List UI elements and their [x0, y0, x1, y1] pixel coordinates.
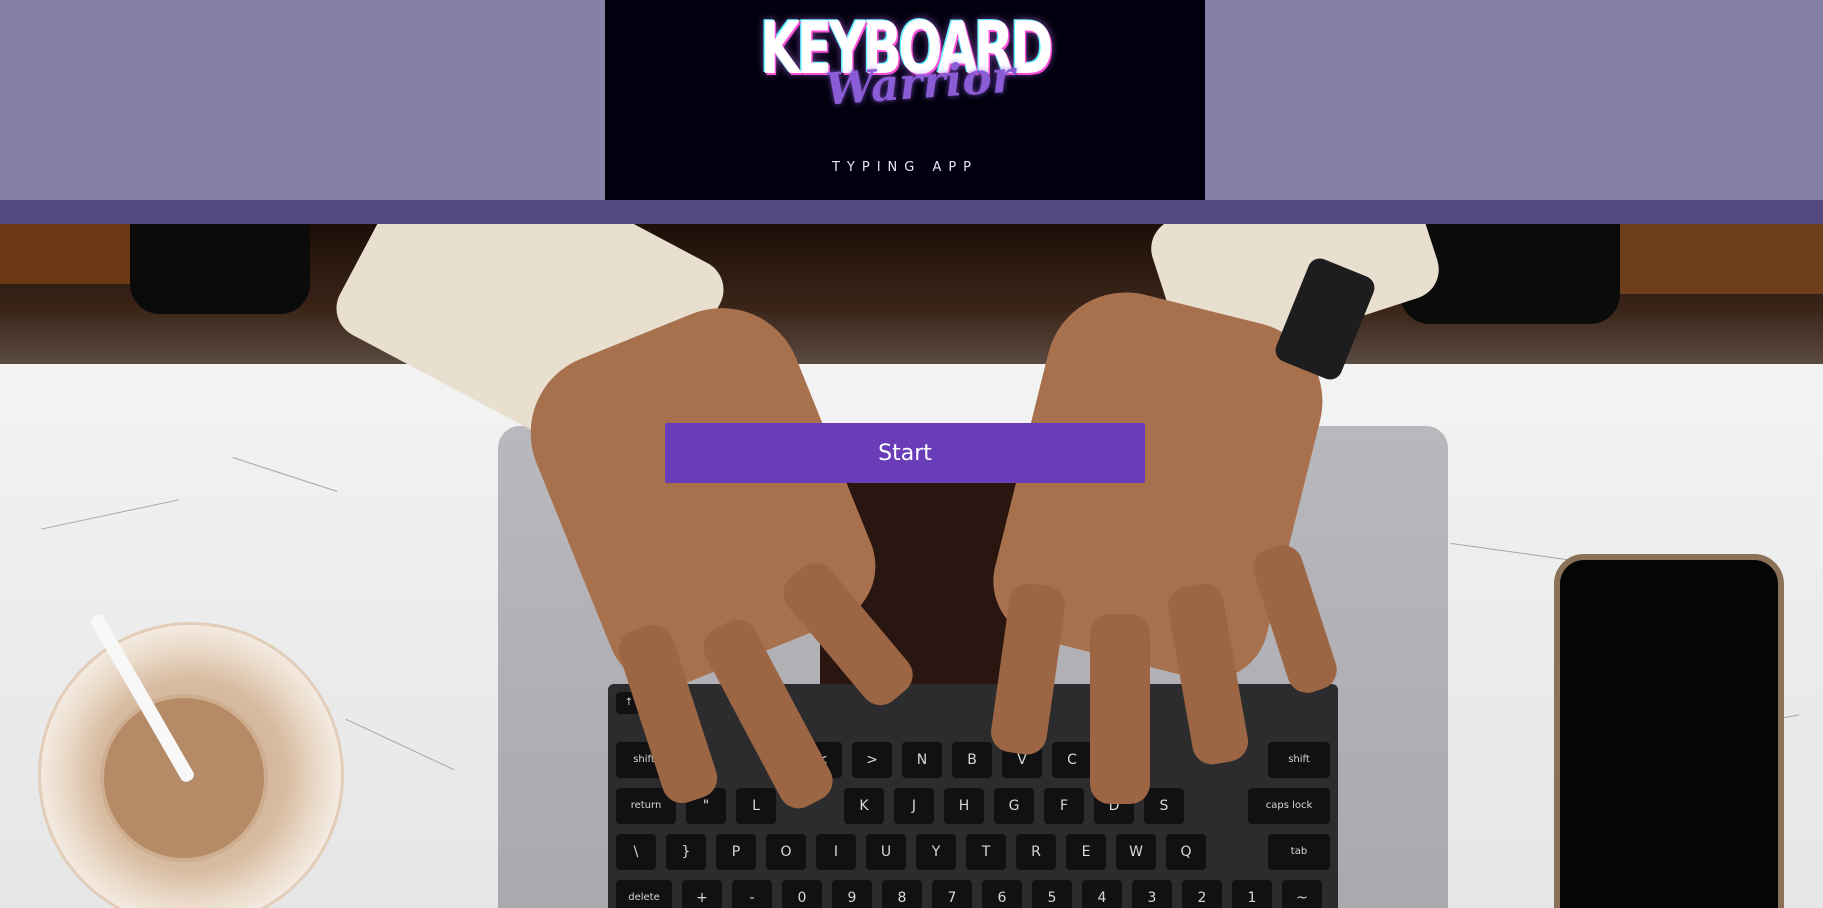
keyboard-key: O: [766, 834, 806, 870]
header-divider: [0, 200, 1823, 224]
keyboard-key: 6: [982, 880, 1022, 908]
keyboard-key: P: [716, 834, 756, 870]
keyboard-key: shift: [1268, 742, 1330, 778]
keyboard-key: 9: [832, 880, 872, 908]
keyboard-key: 8: [882, 880, 922, 908]
keyboard-key: T: [966, 834, 1006, 870]
header-bar: KEYBOARD Warrior TYPING APP: [0, 0, 1823, 200]
keyboard-key: delete: [616, 880, 672, 908]
keyboard-key: }: [666, 834, 706, 870]
keyboard-key: 5: [1032, 880, 1072, 908]
keyboard-key: E: [1066, 834, 1106, 870]
app-logo: KEYBOARD Warrior TYPING APP: [605, 0, 1205, 200]
keyboard-key: \: [616, 834, 656, 870]
keyboard-key: L: [736, 788, 776, 824]
keyboard-key: 7: [932, 880, 972, 908]
logo-tagline: TYPING APP: [831, 160, 979, 175]
keyboard-key: I: [816, 834, 856, 870]
keyboard-key: ~: [1282, 880, 1322, 908]
keyboard-key: -: [732, 880, 772, 908]
floor-wood-right: [1590, 224, 1823, 294]
right-finger: [1090, 614, 1150, 804]
keyboard-key: Y: [916, 834, 956, 870]
page: KEYBOARD Warrior TYPING APP ↑ shift < > …: [0, 0, 1823, 908]
keyboard-key: 4: [1082, 880, 1122, 908]
keyboard-key: 2: [1182, 880, 1222, 908]
hero-photo: ↑ shift < > N B V C shift return " L K J…: [0, 224, 1823, 908]
keyboard-key: 3: [1132, 880, 1172, 908]
keyboard-key: G: [994, 788, 1034, 824]
keyboard-key: S: [1144, 788, 1184, 824]
keyboard-key: W: [1116, 834, 1156, 870]
keyboard-key: C: [1052, 742, 1092, 778]
keyboard-key: F: [1044, 788, 1084, 824]
keyboard-key: H: [944, 788, 984, 824]
keyboard-key: K: [844, 788, 884, 824]
keyboard-key: 1: [1232, 880, 1272, 908]
keyboard-key: J: [894, 788, 934, 824]
keyboard-key: >: [852, 742, 892, 778]
arm-dark-left: [130, 224, 310, 314]
keyboard-key: N: [902, 742, 942, 778]
start-button[interactable]: Start: [665, 423, 1145, 483]
keyboard-key: U: [866, 834, 906, 870]
keyboard-key: 0: [782, 880, 822, 908]
keyboard-key: caps lock: [1248, 788, 1330, 824]
smartphone: [1554, 554, 1784, 908]
keyboard-key: tab: [1268, 834, 1330, 870]
keyboard-key: R: [1016, 834, 1056, 870]
keyboard-key: +: [682, 880, 722, 908]
keyboard-key: Q: [1166, 834, 1206, 870]
keyboard-key: B: [952, 742, 992, 778]
